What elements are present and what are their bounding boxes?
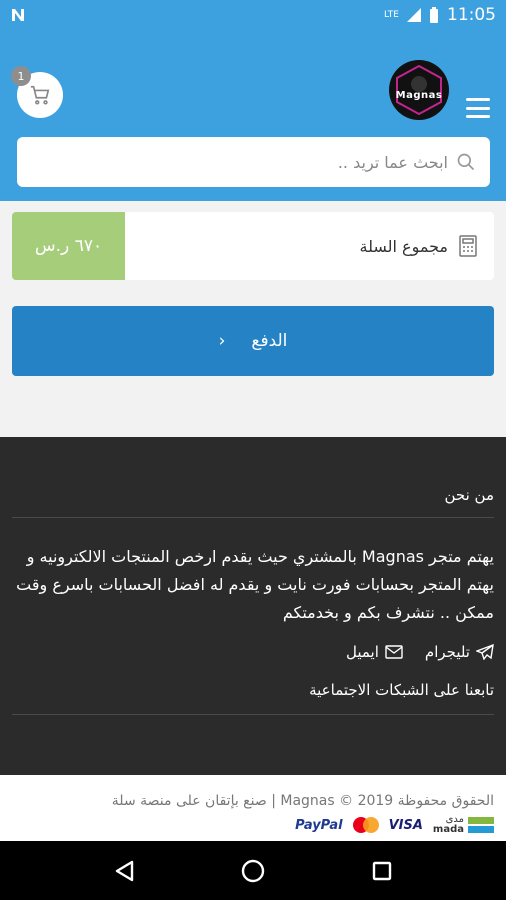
mastercard-icon [352, 817, 379, 833]
divider [12, 517, 494, 518]
search-input[interactable] [31, 152, 448, 172]
chevron-right-icon: › [218, 331, 226, 351]
recents-square-icon [372, 861, 391, 880]
app-header: 1 Magnas [0, 30, 506, 201]
checkout-label: الدفع [251, 331, 288, 351]
about-title: من نحن [444, 486, 495, 504]
cart-button[interactable]: 1 [11, 66, 63, 118]
mada-logo: مدى mada [433, 815, 494, 835]
paypal-logo: PayPal [295, 817, 343, 833]
menu-bar [466, 106, 490, 110]
menu-button[interactable] [466, 98, 490, 118]
visa-logo: VISA [388, 817, 423, 833]
cart-icon [30, 85, 50, 105]
cart-total-label-row: مجموع السلة [125, 212, 494, 280]
network-label: LTE [384, 10, 399, 20]
about-text: يهتم متجر Magnas بالمشتري حيث يقدم ارخص … [16, 547, 494, 622]
copyright-text: الحقوق محفوظة 2019 © Magnas | صنع بإتقان… [111, 793, 494, 809]
telegram-icon [476, 644, 494, 660]
mada-text: mada [432, 824, 464, 835]
menu-bar [466, 98, 490, 101]
footer: من نحن يهتم متجر Magnas بالمشتري حيث يقد… [0, 437, 506, 775]
back-button[interactable] [104, 851, 144, 891]
recents-button[interactable] [362, 851, 402, 891]
email-label: ايميل [346, 643, 379, 661]
status-bar: LTE 11:05 [0, 0, 506, 30]
notification-n-icon [12, 9, 24, 21]
home-button[interactable] [233, 851, 273, 891]
contact-links: تليجرام ايميل [346, 643, 494, 661]
cart-count-badge: 1 [11, 66, 31, 86]
menu-bar [466, 115, 490, 118]
cart-total-amount: ٦٧٠ ر.س [12, 212, 125, 280]
calculator-icon [459, 235, 477, 257]
copyright-bar: الحقوق محفوظة 2019 © Magnas | صنع بإتقان… [0, 775, 506, 841]
telegram-label: تليجرام [424, 643, 470, 661]
android-nav-bar [0, 841, 506, 900]
follow-social-label: تابعنا على الشبكات الاجتماعية [309, 681, 494, 699]
search-bar [17, 137, 490, 187]
battery-icon [430, 7, 438, 23]
checkout-button[interactable]: › الدفع [12, 306, 494, 376]
email-link[interactable]: ايميل [346, 643, 403, 661]
payment-methods: PayPal VISA مدى mada [295, 815, 494, 835]
store-logo[interactable]: Magnas [389, 60, 449, 120]
home-circle-icon [241, 859, 265, 882]
search-icon[interactable] [456, 152, 476, 172]
cart-total-label: مجموع السلة [359, 236, 448, 256]
divider [12, 714, 494, 715]
signal-icon [407, 8, 421, 22]
telegram-link[interactable]: تليجرام [425, 643, 494, 661]
cart-total-box: ٦٧٠ ر.س مجموع السلة [12, 212, 494, 280]
envelope-icon [385, 645, 403, 659]
status-time: 11:05 [447, 5, 496, 25]
logo-text: Magnas [395, 90, 443, 101]
back-triangle-icon [116, 860, 134, 881]
